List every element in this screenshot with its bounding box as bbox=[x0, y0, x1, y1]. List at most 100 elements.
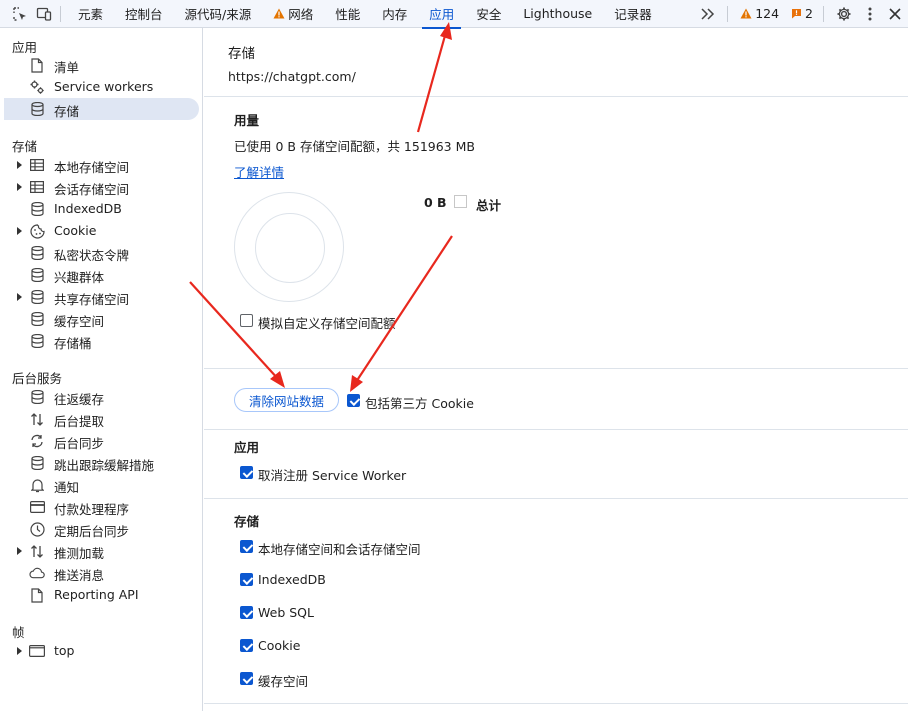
issues-counter[interactable]: 2 bbox=[785, 6, 819, 21]
tab-application[interactable]: 应用 bbox=[418, 0, 465, 29]
tab-label: 元素 bbox=[78, 7, 104, 22]
application-section-heading: 应用 bbox=[234, 440, 260, 455]
tab-label: 控制台 bbox=[125, 7, 163, 22]
sidebar-item-payment-handler[interactable]: 付款处理程序 bbox=[4, 496, 199, 518]
sidebar-item-label: 存储桶 bbox=[54, 336, 92, 351]
tab-label: 性能 bbox=[335, 7, 361, 22]
tab-label: 内存 bbox=[382, 7, 408, 22]
cookie-icon bbox=[29, 223, 45, 239]
database-icon bbox=[29, 267, 45, 283]
gear-icon[interactable] bbox=[830, 0, 858, 28]
bell-icon bbox=[29, 477, 45, 493]
sidebar-item-background-fetch[interactable]: 后台提取 bbox=[4, 408, 199, 430]
tab-lighthouse[interactable]: Lighthouse bbox=[512, 0, 603, 28]
sidebar-item-indexeddb[interactable]: IndexedDB bbox=[4, 198, 199, 220]
cookies-label: Cookie bbox=[258, 638, 301, 653]
sidebar-item-label: 本地存储空间 bbox=[54, 160, 130, 175]
tab-label: 应用 bbox=[429, 7, 455, 22]
unregister-service-worker-checkbox[interactable] bbox=[240, 466, 253, 479]
up-down-arrows-icon bbox=[29, 411, 45, 427]
inspect-element-icon[interactable] bbox=[8, 0, 32, 28]
sidebar-item-private-state-tokens[interactable]: 私密状态令牌 bbox=[4, 242, 199, 264]
sidebar-item-label: 后台同步 bbox=[54, 436, 105, 451]
sidebar-item-back-forward-cache[interactable]: 往返缓存 bbox=[4, 386, 199, 408]
up-down-arrows-icon bbox=[29, 543, 45, 559]
table-icon bbox=[29, 157, 45, 173]
sidebar-item-cache-storage[interactable]: 缓存空间 bbox=[4, 308, 199, 330]
sidebar-item-label: 后台提取 bbox=[54, 414, 105, 429]
sidebar-item-interest-groups[interactable]: 兴趣群体 bbox=[4, 264, 199, 286]
tab-sources[interactable]: 源代码/来源 bbox=[174, 0, 263, 28]
web-sql-checkbox[interactable] bbox=[240, 606, 253, 619]
sidebar-item-storage-buckets[interactable]: 存储桶 bbox=[4, 330, 199, 352]
divider bbox=[204, 96, 908, 97]
toolbar-separator bbox=[60, 5, 61, 22]
cookies-checkbox[interactable] bbox=[240, 639, 253, 652]
sidebar-item-reporting-api[interactable]: Reporting API bbox=[4, 584, 199, 606]
sidebar-item-label: 兴趣群体 bbox=[54, 270, 105, 285]
legend-label: 总计 bbox=[476, 198, 502, 213]
sidebar-item-session-storage[interactable]: 会话存储空间 bbox=[4, 176, 199, 198]
toolbar-separator bbox=[823, 5, 824, 22]
tab-performance[interactable]: 性能 bbox=[324, 0, 371, 28]
database-icon bbox=[29, 333, 45, 349]
tab-recorder[interactable]: 记录器 bbox=[603, 0, 663, 28]
sidebar-item-frame-top[interactable]: top bbox=[4, 640, 199, 662]
cache-storage-checkbox[interactable] bbox=[240, 672, 253, 685]
legend-value: 0 B bbox=[424, 195, 447, 210]
storage-section-heading: 存储 bbox=[234, 514, 260, 529]
sidebar-item-local-storage[interactable]: 本地存储空间 bbox=[4, 154, 199, 176]
expand-arrow-icon[interactable] bbox=[16, 225, 24, 237]
expand-arrow-icon[interactable] bbox=[16, 291, 24, 303]
tab-network[interactable]: 网络 bbox=[262, 0, 324, 28]
database-icon bbox=[29, 245, 45, 261]
gears-icon bbox=[29, 79, 45, 95]
sidebar-item-cookies[interactable]: Cookie bbox=[4, 220, 199, 242]
toolbar-right: 124 2 bbox=[693, 0, 908, 28]
sidebar-item-label: 清单 bbox=[54, 60, 80, 75]
database-icon bbox=[29, 389, 45, 405]
expand-arrow-icon[interactable] bbox=[16, 181, 24, 193]
local-session-storage-checkbox[interactable] bbox=[240, 540, 253, 553]
sidebar-item-periodic-background-sync[interactable]: 定期后台同步 bbox=[4, 518, 199, 540]
sidebar-item-shared-storage[interactable]: 共享存储空间 bbox=[4, 286, 199, 308]
sidebar-item-label: 跳出跟踪缓解措施 bbox=[54, 458, 155, 473]
sidebar-item-label: 推送消息 bbox=[54, 568, 105, 583]
sidebar-item-bounce-tracking-mitigations[interactable]: 跳出跟踪缓解措施 bbox=[4, 452, 199, 474]
sidebar-item-speculative-loads[interactable]: 推测加载 bbox=[4, 540, 199, 562]
close-icon[interactable] bbox=[882, 0, 908, 28]
tab-security[interactable]: 安全 bbox=[465, 0, 512, 28]
sidebar-item-push-messaging[interactable]: 推送消息 bbox=[4, 562, 199, 584]
warning-icon bbox=[273, 8, 285, 19]
more-tabs-icon[interactable] bbox=[693, 0, 723, 28]
tab-memory[interactable]: 内存 bbox=[371, 0, 418, 28]
sidebar-item-service-workers[interactable]: Service workers bbox=[4, 76, 199, 98]
tab-console[interactable]: 控制台 bbox=[114, 0, 174, 28]
expand-arrow-icon[interactable] bbox=[16, 645, 24, 657]
expand-arrow-icon[interactable] bbox=[16, 159, 24, 171]
frame-icon bbox=[29, 643, 45, 659]
sidebar-item-label: 定期后台同步 bbox=[54, 524, 130, 539]
expand-arrow-icon[interactable] bbox=[16, 545, 24, 557]
web-sql-label: Web SQL bbox=[258, 605, 314, 620]
page-title: 存储 bbox=[228, 46, 255, 62]
kebab-menu-icon[interactable] bbox=[858, 0, 882, 28]
indexeddb-checkbox[interactable] bbox=[240, 573, 253, 586]
document-icon bbox=[29, 587, 45, 603]
sidebar-item-storage-overview[interactable]: 存储 bbox=[4, 98, 199, 120]
clear-site-data-button[interactable]: 清除网站数据 bbox=[234, 388, 340, 412]
tab-elements[interactable]: 元素 bbox=[67, 0, 114, 28]
sidebar-item-manifest[interactable]: 清单 bbox=[4, 54, 199, 76]
learn-more-link[interactable]: 了解详情 bbox=[234, 162, 284, 181]
sidebar-item-notifications[interactable]: 通知 bbox=[4, 474, 199, 496]
warnings-counter[interactable]: 124 bbox=[734, 6, 785, 21]
sidebar-item-label: Cookie bbox=[54, 223, 97, 238]
tab-label: 安全 bbox=[476, 7, 502, 22]
device-toolbar-icon[interactable] bbox=[32, 0, 56, 28]
simulate-quota-checkbox[interactable] bbox=[240, 314, 253, 327]
sidebar-item-label: 付款处理程序 bbox=[54, 502, 130, 517]
include-third-party-cookies-checkbox[interactable] bbox=[347, 394, 360, 407]
legend-swatch bbox=[454, 195, 467, 208]
sidebar-item-background-sync[interactable]: 后台同步 bbox=[4, 430, 199, 452]
database-icon bbox=[29, 455, 45, 471]
